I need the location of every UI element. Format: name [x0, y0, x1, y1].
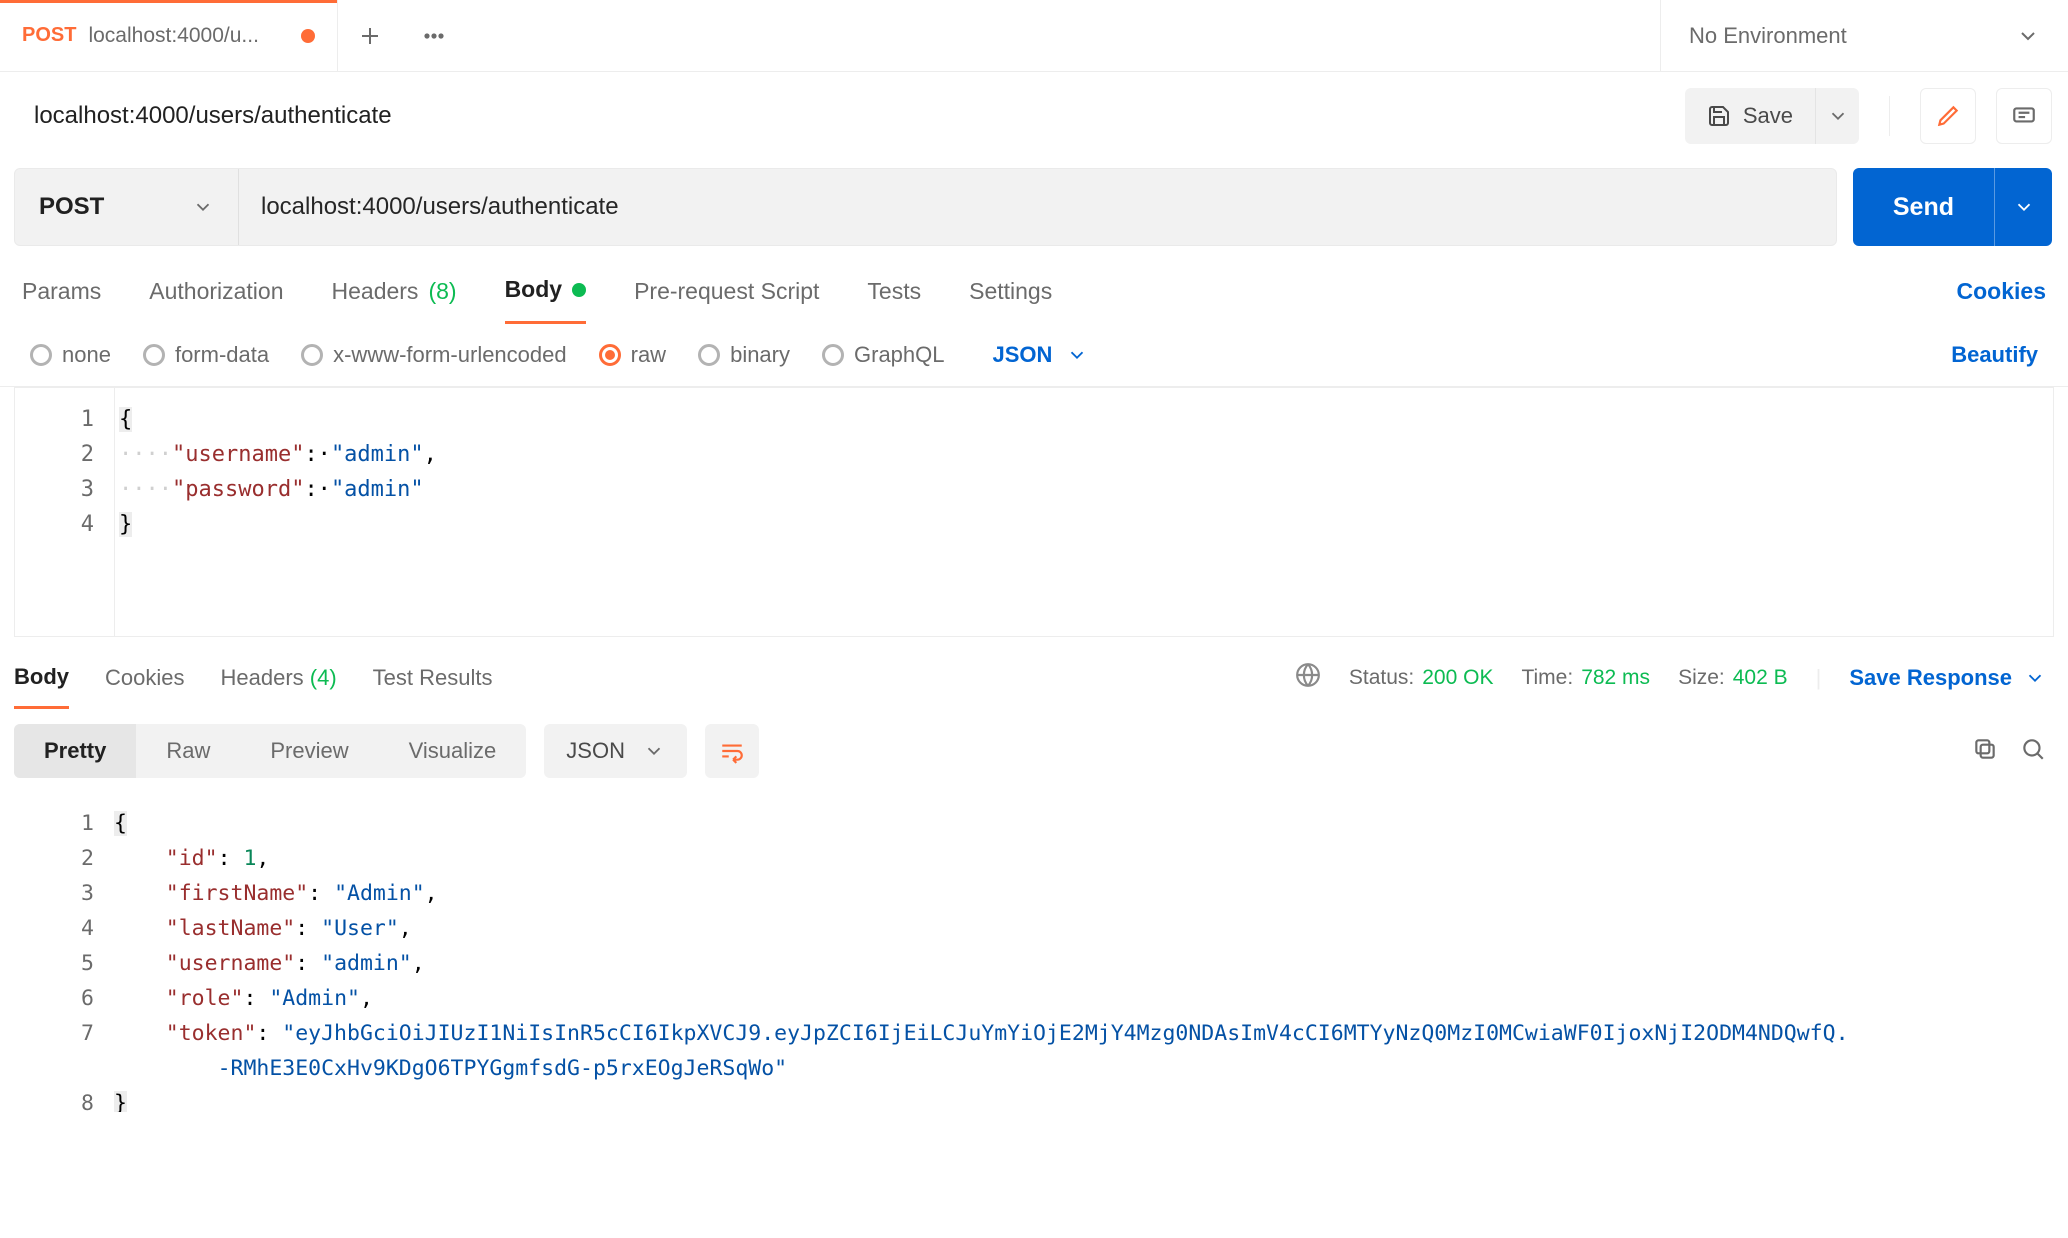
new-tab-button[interactable] [338, 0, 402, 71]
url-row: POST Send [0, 160, 2068, 254]
headers-count: (8) [428, 278, 456, 305]
beautify-button[interactable]: Beautify [1951, 342, 2038, 368]
request-title-bar: localhost:4000/users/authenticate Save [0, 72, 2068, 160]
environment-selector[interactable]: No Environment [1660, 0, 2068, 71]
status-meta: Status:200 OK [1349, 666, 1494, 690]
save-label: Save [1743, 103, 1793, 129]
raw-language-dropdown[interactable]: JSON [993, 342, 1089, 368]
chevron-down-icon [2016, 24, 2040, 48]
chevron-down-icon [2013, 196, 2035, 218]
save-options-button[interactable] [1815, 88, 1859, 144]
has-body-dot-icon [572, 283, 586, 297]
view-visualize[interactable]: Visualize [379, 724, 527, 778]
copy-response-button[interactable] [1972, 736, 1998, 767]
radio-form-data[interactable]: form-data [143, 342, 269, 368]
unsaved-dot-icon [301, 29, 315, 43]
search-response-button[interactable] [2020, 736, 2046, 767]
send-button[interactable]: Send [1853, 168, 1994, 246]
view-preview[interactable]: Preview [240, 724, 378, 778]
tab-params[interactable]: Params [22, 278, 101, 323]
request-body-editor[interactable]: 1234 { ····"username":·"admin", ····"pas… [14, 387, 2054, 637]
tab-request[interactable]: POST localhost:4000/u... [0, 0, 338, 71]
plus-icon [358, 24, 382, 48]
view-pretty[interactable]: Pretty [14, 724, 136, 778]
save-group: Save [1685, 88, 1859, 144]
radio-xwww[interactable]: x-www-form-urlencoded [301, 342, 567, 368]
request-body-code[interactable]: { ····"username":·"admin", ····"password… [115, 388, 2053, 636]
tab-title: localhost:4000/u... [88, 24, 289, 48]
chevron-down-icon [1827, 105, 1849, 127]
save-button[interactable]: Save [1685, 88, 1815, 144]
tab-overflow-button[interactable] [402, 0, 466, 71]
time-meta: Time:782 ms [1521, 666, 1650, 690]
tab-authorization[interactable]: Authorization [149, 278, 283, 323]
radio-raw[interactable]: raw [599, 342, 666, 368]
copy-icon [1972, 736, 1998, 762]
url-input[interactable] [239, 169, 1836, 245]
tab-prerequest[interactable]: Pre-request Script [634, 278, 819, 323]
send-group: Send [1853, 168, 2052, 246]
http-method-value: POST [39, 193, 104, 221]
size-meta: Size:402 B [1678, 666, 1788, 690]
tab-settings[interactable]: Settings [969, 278, 1052, 323]
response-view-modes: Pretty Raw Preview Visualize JSON [0, 710, 2068, 792]
response-section-tabs: Body Cookies Headers (4) Test Results St… [0, 637, 2068, 710]
more-horizontal-icon [422, 24, 446, 48]
resp-headers-count: (4) [310, 665, 337, 690]
cookies-link[interactable]: Cookies [1957, 278, 2046, 323]
tab-headers[interactable]: Headers (8) [332, 278, 457, 323]
http-method-dropdown[interactable]: POST [15, 169, 239, 245]
request-section-tabs: Params Authorization Headers (8) Body Pr… [0, 254, 2068, 324]
response-body-code[interactable]: { "id": 1, "firstName": "Admin", "lastNa… [114, 792, 2054, 1112]
comment-icon [2011, 103, 2037, 129]
send-options-button[interactable] [1994, 168, 2052, 246]
globe-icon [1295, 662, 1321, 688]
comments-button[interactable] [1996, 88, 2052, 144]
chevron-down-icon [643, 740, 665, 762]
save-icon [1707, 104, 1731, 128]
radio-none[interactable]: none [30, 342, 111, 368]
resp-tab-body[interactable]: Body [14, 664, 69, 709]
chevron-down-icon [192, 196, 214, 218]
response-body-viewer[interactable]: 1234567 8 { "id": 1, "firstName": "Admin… [14, 792, 2054, 1112]
resp-tab-cookies[interactable]: Cookies [105, 665, 184, 707]
save-response-button[interactable]: Save Response [1849, 665, 2046, 691]
resp-tab-headers[interactable]: Headers (4) [220, 665, 336, 707]
chevron-down-icon [2024, 667, 2046, 689]
tab-tests[interactable]: Tests [867, 278, 921, 323]
pencil-icon [1935, 103, 1961, 129]
edit-button[interactable] [1920, 88, 1976, 144]
wrap-icon [719, 738, 745, 764]
resp-tab-test-results[interactable]: Test Results [373, 665, 493, 707]
environment-label: No Environment [1689, 23, 1847, 49]
radio-graphql[interactable]: GraphQL [822, 342, 945, 368]
request-name: localhost:4000/users/authenticate [34, 102, 1665, 130]
network-info-button[interactable] [1295, 662, 1321, 694]
request-tabs-bar: POST localhost:4000/u... No Environment [0, 0, 2068, 72]
chevron-down-icon [1066, 344, 1088, 366]
tab-method: POST [22, 24, 76, 47]
radio-binary[interactable]: binary [698, 342, 790, 368]
tab-body[interactable]: Body [505, 276, 587, 324]
gutter: 1234567 8 [14, 792, 114, 1112]
body-mode-row: none form-data x-www-form-urlencoded raw… [0, 324, 2068, 387]
search-icon [2020, 736, 2046, 762]
response-format-dropdown[interactable]: JSON [544, 724, 687, 778]
gutter: 1234 [15, 388, 115, 636]
view-raw[interactable]: Raw [136, 724, 240, 778]
line-wrap-toggle[interactable] [705, 724, 759, 778]
